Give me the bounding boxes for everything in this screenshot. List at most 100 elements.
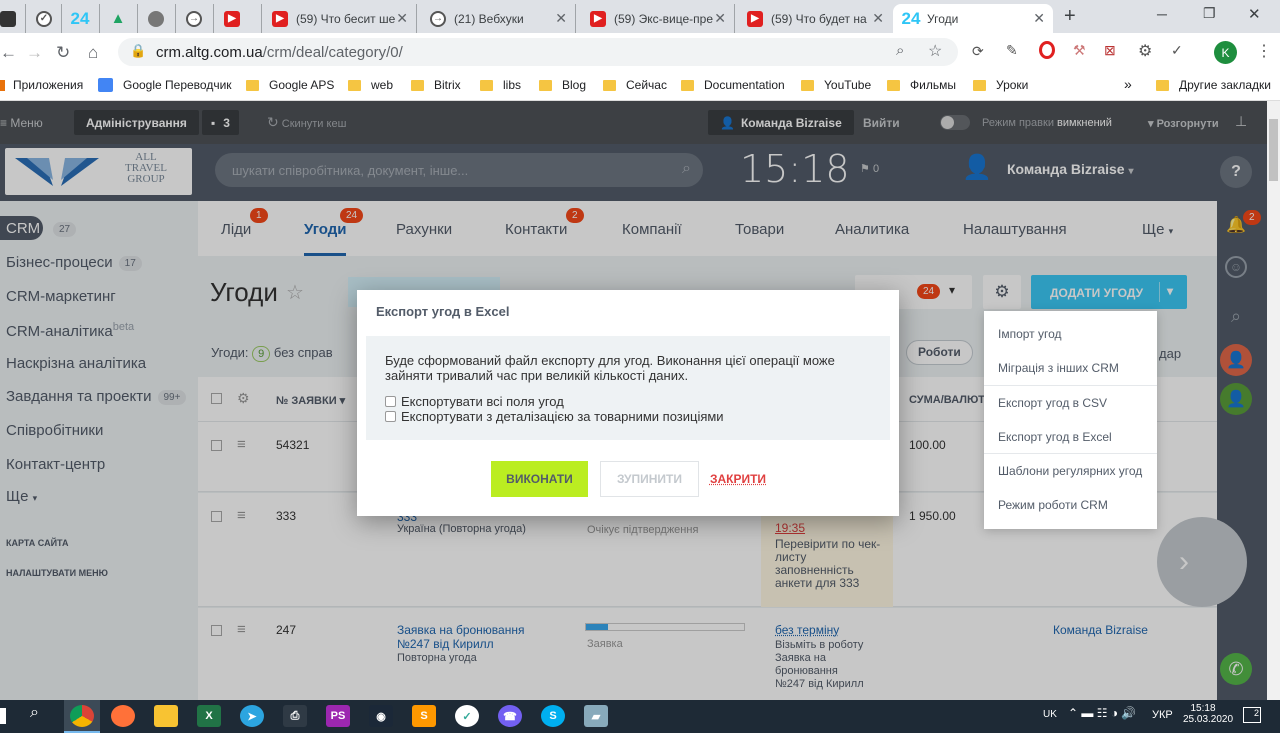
profile-avatar[interactable]: K	[1214, 41, 1237, 64]
page-scrollbar[interactable]	[1267, 101, 1280, 700]
back-icon[interactable]: ←	[0, 43, 17, 63]
window-close-icon[interactable]: ✕	[1248, 5, 1261, 23]
bookmark-folder[interactable]: Уроки	[973, 78, 1028, 92]
phpstorm-icon[interactable]: PS	[326, 705, 350, 727]
opera-icon[interactable]	[1039, 41, 1055, 59]
bookmark-label: Google APS	[269, 78, 335, 92]
export-products-detail-option[interactable]: Експортувати з деталізацією за товарними…	[385, 409, 724, 424]
bookmark-folder[interactable]: libs	[480, 78, 521, 92]
tab-youtube-3[interactable]: ▶ (59) Что будет на ✕	[737, 4, 892, 33]
checkbox[interactable]	[385, 396, 396, 407]
tab-pinned-7[interactable]: ▶	[214, 4, 262, 33]
tab-youtube-1[interactable]: ▶ (59) Что бесит ше ✕	[262, 4, 417, 33]
new-tab-icon[interactable]: +	[1064, 5, 1076, 28]
app-icon[interactable]: ▰	[584, 705, 608, 727]
explorer-icon[interactable]	[154, 705, 178, 727]
menu-item-import[interactable]: Імпорт угод	[998, 327, 1062, 341]
bookmark-folder[interactable]: Google APS	[246, 78, 334, 92]
bookmark-folder[interactable]: Фильмы	[887, 78, 956, 92]
menu-item-export-excel[interactable]: Експорт угод в Excel	[998, 430, 1112, 444]
bookmark-translate[interactable]: Google Переводчик	[98, 78, 232, 92]
close-icon[interactable]: ✕	[1033, 10, 1045, 27]
scrollbar-thumb[interactable]	[1269, 119, 1278, 181]
folder-icon	[411, 79, 424, 91]
home-icon[interactable]: ⌂	[88, 43, 98, 63]
sublime-icon[interactable]: S	[412, 705, 436, 727]
bookmark-label: Приложения	[13, 78, 84, 92]
bookmark-label: web	[371, 78, 394, 92]
bookmark-folder[interactable]: Сейчас	[603, 78, 667, 92]
bookmark-star-icon[interactable]: ☆	[928, 41, 942, 61]
tab-pinned-1[interactable]	[0, 4, 26, 33]
menu-item-work-mode[interactable]: Режим роботи CRM	[998, 498, 1108, 512]
steam-icon[interactable]: ◉	[369, 705, 393, 727]
folder-icon	[348, 79, 361, 91]
checkbox[interactable]	[385, 411, 396, 422]
tab-pinned-4[interactable]: ▲	[100, 4, 138, 33]
check-icon[interactable]: ✓	[1171, 42, 1183, 59]
extension-icon[interactable]: ⟳	[972, 43, 984, 60]
tab-webhooks[interactable]: → (21) Вебхуки ✕	[420, 4, 576, 33]
close-icon[interactable]: ✕	[396, 10, 408, 27]
tab-deals-active[interactable]: 24 Угоди ✕	[893, 4, 1053, 33]
close-icon[interactable]: ✕	[872, 10, 884, 27]
bookmarks-overflow[interactable]: »	[1124, 76, 1132, 92]
kebab-menu-icon[interactable]: ⋮	[1256, 41, 1272, 61]
bookmark-folder[interactable]: Documentation	[681, 78, 785, 92]
forward-icon[interactable]: →	[26, 43, 43, 63]
eyedropper-icon[interactable]: ✎	[1006, 42, 1018, 59]
reload-icon[interactable]: ↻	[56, 43, 70, 63]
check-app-icon[interactable]: ✓	[455, 705, 479, 727]
chrome-icon[interactable]	[70, 705, 94, 727]
bookmark-folder[interactable]: Bitrix	[411, 78, 461, 92]
tab-pinned-6[interactable]: →	[176, 4, 214, 33]
youtube-icon: ▶	[747, 10, 763, 27]
url-field[interactable]: 🔒 crm.altg.com.ua/crm/deal/category/0/ ⌕…	[118, 38, 958, 66]
excel-icon[interactable]: X	[197, 705, 221, 727]
viber-icon[interactable]: ☎	[498, 705, 522, 727]
app-icon[interactable]: ⎙	[283, 705, 307, 727]
browser-tab-strip: ✓ 24 ▲ → ▶ ▶ (59) Что бесит ше ✕ → (21) Веб…	[0, 0, 1280, 33]
bookmark-apps[interactable]: Приложения	[0, 78, 83, 92]
folder-icon	[246, 79, 259, 91]
run-button[interactable]: ВИКОНАТИ	[491, 461, 588, 497]
menu-item-recurring[interactable]: Шаблони регулярних угод	[998, 464, 1142, 478]
bookmark-folder[interactable]: Blog	[539, 78, 586, 92]
menu-item-export-csv[interactable]: Експорт угод в CSV	[998, 396, 1107, 410]
close-button[interactable]: ЗАКРИТИ	[709, 461, 767, 497]
tab-pinned-2[interactable]: ✓	[26, 4, 62, 33]
extension-icon[interactable]: ⚒	[1073, 42, 1086, 59]
menu-item-migration[interactable]: Міграція з інших CRM	[998, 361, 1119, 375]
bookmark-label: Blog	[562, 78, 587, 92]
tab-pinned-5[interactable]	[138, 4, 176, 33]
input-lang[interactable]: УКР	[1152, 709, 1173, 721]
pdf-icon[interactable]: ⊠	[1104, 42, 1116, 59]
close-icon[interactable]: ✕	[714, 10, 726, 27]
folder-icon	[801, 79, 814, 91]
stop-button[interactable]: ЗУПИНИТИ	[600, 461, 699, 497]
tray-icons[interactable]: ⌃ ▬ ☷ ◑ 🔊	[1068, 706, 1136, 720]
notification-center-icon[interactable]: 2	[1243, 707, 1261, 723]
bookmark-folder[interactable]: YouTube	[801, 78, 871, 92]
arrow-circle-icon: →	[186, 10, 202, 27]
export-all-fields-option[interactable]: Експортувати всі поля угод	[385, 394, 564, 409]
close-icon[interactable]: ✕	[555, 10, 567, 27]
zoom-icon[interactable]: ⌕	[896, 42, 904, 59]
input-lang-short[interactable]: UK	[1043, 709, 1057, 720]
tab-youtube-2[interactable]: ▶ (59) Экс-вице-пре ✕	[580, 4, 735, 33]
bookmark-folder[interactable]: web	[348, 78, 393, 92]
folder-icon	[887, 79, 900, 91]
start-icon[interactable]	[0, 708, 6, 724]
search-icon[interactable]: ⌕	[30, 704, 39, 722]
taskbar-clock[interactable]: 15:18 25.03.2020	[1183, 703, 1233, 725]
minimize-icon[interactable]: ─	[1157, 6, 1167, 22]
gear-icon[interactable]: ⚙	[1138, 41, 1152, 61]
skype-icon[interactable]: S	[541, 705, 565, 727]
firefox-icon[interactable]	[111, 705, 135, 727]
translate-icon	[98, 78, 113, 92]
bookmark-other[interactable]: Другие закладки	[1156, 78, 1271, 92]
tab-pinned-3[interactable]: 24	[62, 4, 100, 33]
telegram-icon[interactable]: ➤	[240, 705, 264, 727]
bookmark-label: Уроки	[996, 78, 1029, 92]
restore-icon[interactable]: ❐	[1203, 5, 1216, 22]
